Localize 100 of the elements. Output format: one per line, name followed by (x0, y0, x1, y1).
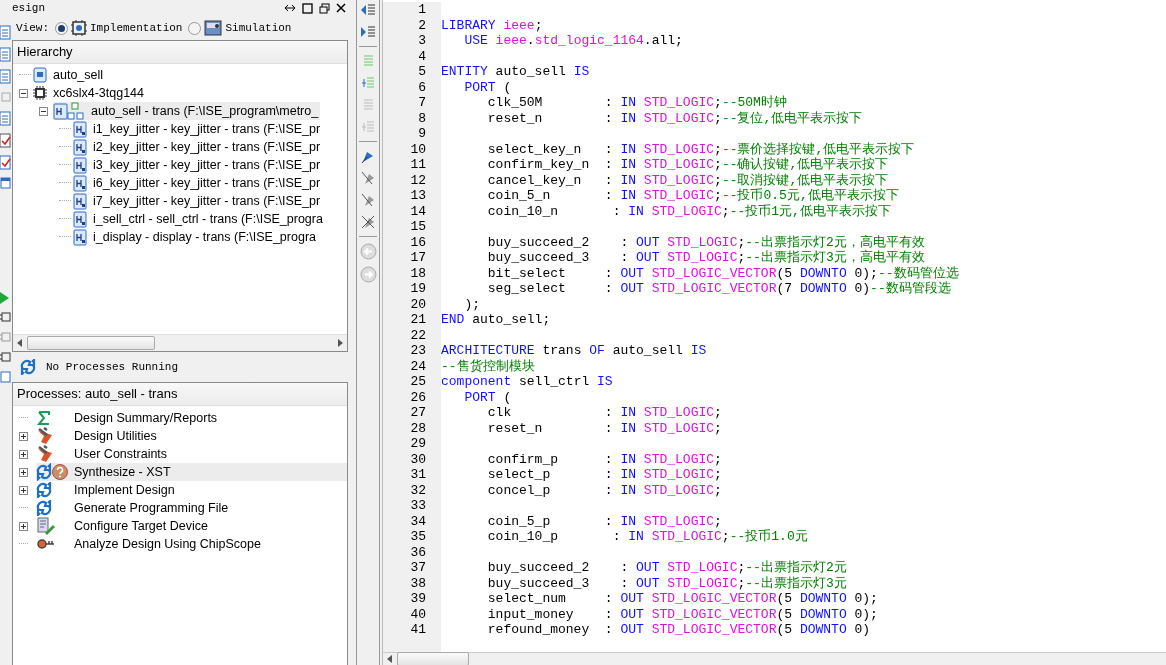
chip-icon[interactable] (0, 350, 11, 364)
tree-item[interactable]: auto_sell (33, 66, 106, 84)
line-number: 6 (417, 79, 427, 95)
code-line: USE ieee.std_logic_1164.all; (463, 33, 684, 49)
code-line: clk : IN STD_LOGIC; (486, 405, 723, 421)
vhdl-file-icon (73, 138, 87, 156)
bookmark-next-icon[interactable] (360, 170, 376, 186)
process-item[interactable]: Analyze Design Using ChipScope (36, 535, 347, 553)
process-item[interactable]: Implement Design (36, 481, 347, 499)
line-number: 11 (409, 157, 427, 173)
indent-left-icon[interactable] (360, 2, 376, 18)
view-radio[interactable]: Implementation (55, 20, 183, 36)
line-number: 39 (409, 591, 427, 607)
document-icon[interactable] (0, 46, 11, 62)
run-icon[interactable] (0, 292, 10, 304)
code-line: input_money : OUT STD_LOGIC_VECTOR(5 DOWNTO 0); (486, 606, 879, 622)
line-number: 20 (409, 296, 427, 312)
vhdl-file-icon (73, 228, 87, 246)
refresh-icon (20, 359, 36, 375)
close-icon[interactable] (336, 3, 346, 13)
restore-icon[interactable] (319, 2, 330, 14)
view-radio[interactable]: Simulation (188, 20, 292, 36)
process-item[interactable]: Generate Programming File (36, 499, 347, 517)
line-number: 31 (409, 467, 427, 483)
tree-item[interactable]: i_display - display - trans (F:\ISE_progra (73, 228, 318, 246)
bookmark-clear-icon[interactable] (360, 214, 376, 230)
tree-item[interactable]: i3_key_jitter - key_jitter - trans (F:\ISE_pr (73, 156, 323, 174)
tree-item[interactable]: i_sell_ctrl - sell_ctrl - trans (F:\ISE_progra (73, 210, 325, 228)
bookmark-prev-icon[interactable] (360, 192, 376, 208)
code-editor[interactable] (382, 0, 1166, 665)
code-line: reset_n : IN STD_LOGIC; (486, 420, 723, 436)
code-line: confirm_p : IN STD_LOGIC; (486, 451, 723, 467)
line-number: 14 (409, 203, 427, 219)
process-item[interactable]: Configure Target Device (36, 517, 347, 535)
resize-icon[interactable] (284, 3, 296, 13)
process-item[interactable]: User Constraints (36, 445, 347, 463)
code-line: concel_p : IN STD_LOGIC; (486, 482, 723, 498)
code-line: PORT ( (463, 79, 513, 95)
scrollbar-thumb[interactable] (27, 336, 155, 350)
chip-icon (33, 86, 47, 100)
code-line: PORT ( (463, 389, 513, 405)
tree-item[interactable]: i7_key_jitter - key_jitter - trans (F:\ISE_pr (73, 192, 323, 210)
line-number: 8 (417, 110, 427, 126)
tree-item[interactable]: i6_key_jitter - key_jitter - trans (F:\ISE_pr (73, 174, 323, 192)
code-line: bit_select : OUT STD_LOGIC_VECTOR(5 DOWNTO 0);--数码管位选 (486, 265, 960, 281)
simulator-icon (204, 20, 223, 36)
tree-item[interactable]: i2_key_jitter - key_jitter - trans (F:\ISE_pr (73, 138, 323, 156)
code-line: coin_5_p : IN STD_LOGIC; (486, 513, 723, 529)
line-number: 41 (409, 622, 427, 638)
line-number: 37 (409, 560, 427, 576)
line-number: 25 (409, 374, 427, 390)
line-number: 36 (409, 544, 427, 560)
refresh-icon (36, 500, 52, 516)
line-number: 19 (409, 281, 427, 297)
code-line: component sell_ctrl IS (441, 374, 614, 390)
line-number: 34 (409, 513, 427, 529)
checklist-icon[interactable] (0, 154, 11, 170)
maximize-icon[interactable] (302, 2, 313, 14)
vhdl-file-icon (73, 120, 87, 138)
indent-right-icon[interactable] (360, 24, 376, 40)
chip-icon[interactable] (0, 310, 11, 324)
document-icon[interactable] (0, 110, 11, 126)
document-icon[interactable] (0, 68, 11, 84)
code-line: buy_succeed_3 : OUT STD_LOGIC;--出票指示灯3元，高电平有效 (486, 250, 926, 266)
expand-toggle[interactable] (19, 431, 28, 441)
process-item[interactable]: Synthesize - XST (36, 463, 347, 481)
line-number: 32 (409, 482, 427, 498)
scrollbar-thumb[interactable] (397, 652, 469, 665)
expand-toggle[interactable] (19, 485, 28, 495)
vhdl-file-icon (73, 174, 87, 192)
line-number: 40 (409, 606, 427, 622)
window-icon[interactable] (0, 370, 11, 384)
code-line: buy_succeed_2 : OUT STD_LOGIC;--出票指示灯2元 (486, 560, 848, 576)
line-number: 7 (417, 95, 427, 111)
code-line: seg_select : OUT STD_LOGIC_VECTOR(7 DOWNTO 0)--数码管段选 (486, 281, 952, 297)
code-line: ARCHITECTURE trans OF auto_sell IS (441, 343, 708, 359)
line-number: 24 (409, 358, 427, 374)
code-line: select_p : IN STD_LOGIC; (486, 467, 723, 483)
line-number: 15 (409, 219, 427, 235)
checklist-icon[interactable] (0, 132, 11, 148)
vhdl-file-icon (73, 192, 87, 210)
code-line: ENTITY auto_sell IS (441, 64, 591, 80)
line-number: 23 (409, 343, 427, 359)
line-number: 12 (409, 172, 427, 188)
tree-item[interactable]: i1_key_jitter - key_jitter - trans (F:\ISE_pr (73, 120, 323, 138)
tree-item[interactable]: auto_sell - trans (F:\ISE_program\metro_ (53, 102, 321, 120)
new-file-icon[interactable] (0, 24, 11, 40)
process-item[interactable]: Design Utilities (36, 427, 347, 445)
tree-item[interactable]: xc6slx4-3tqg144 (33, 84, 147, 102)
process-item[interactable]: Design Summary/Reports (36, 409, 347, 427)
expand-toggle[interactable] (19, 467, 28, 477)
line-number: 21 (409, 312, 427, 328)
expand-toggle[interactable] (19, 521, 28, 531)
code-line: ); (463, 296, 481, 312)
expand-toggle[interactable] (19, 449, 28, 459)
code-line: buy_succeed_3 : OUT STD_LOGIC;--出票指示灯3元 (486, 575, 848, 591)
window-icon[interactable] (0, 176, 11, 190)
vhdl-file-icon (73, 210, 87, 228)
code-line: select_key_n : IN STD_LOGIC;--票价选择按键,低电平表示按下 (486, 141, 916, 157)
code-line: buy_succeed_2 : OUT STD_LOGIC;--出票指示灯2元，高电平有效 (486, 234, 926, 250)
